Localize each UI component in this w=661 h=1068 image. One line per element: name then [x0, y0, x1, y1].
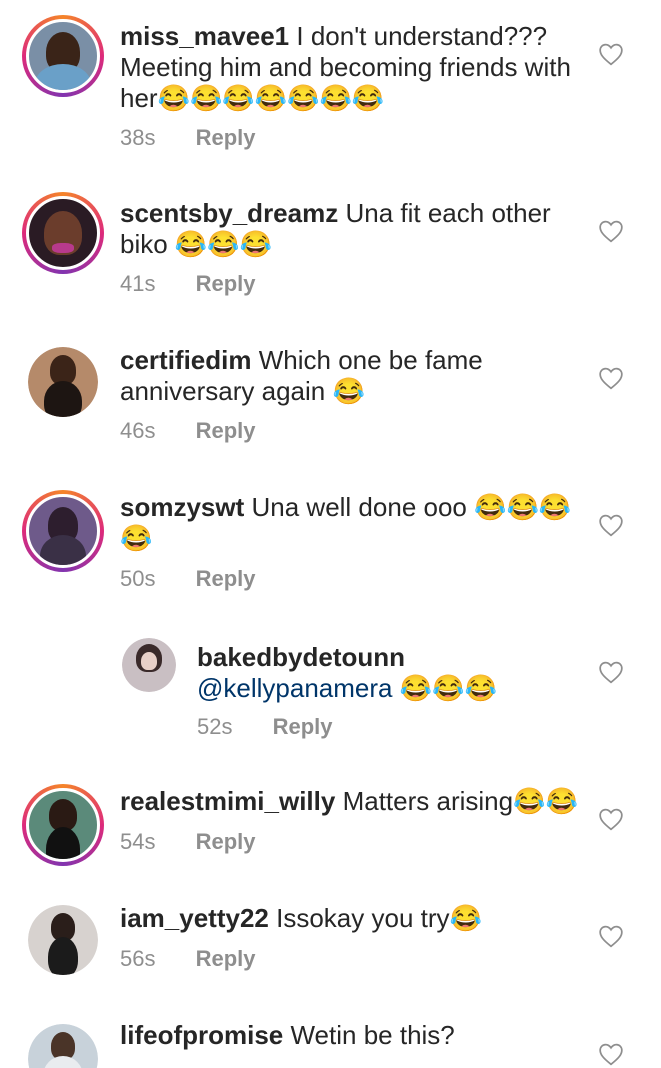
reply-button[interactable]: Reply: [196, 829, 256, 854]
comment-username[interactable]: certifiedim: [120, 345, 252, 375]
heart-outline-icon[interactable]: [598, 513, 624, 537]
comment-text: biko 😂😂😂: [120, 229, 273, 259]
comment-timestamp: 54s: [120, 829, 156, 854]
comment-text: 😂: [120, 523, 153, 553]
comment-text: 😂😂😂: [392, 673, 497, 703]
comment-text: Wetin be this?: [290, 1020, 455, 1050]
comment-text: Meeting him and becoming friends with: [120, 52, 571, 82]
comment-text: her😂😂😂😂😂😂😂: [120, 83, 385, 113]
heart-outline-icon[interactable]: [598, 366, 624, 390]
avatar[interactable]: [22, 192, 104, 274]
comment-text: Una well done ooo 😂😂😂: [251, 492, 572, 522]
avatar[interactable]: [22, 784, 104, 866]
comment-item: lifeofpromise Wetin be this?: [0, 1010, 661, 1068]
comment-username[interactable]: iam_yetty22: [120, 903, 269, 933]
comment-timestamp: 38s: [120, 125, 156, 150]
comment-username[interactable]: scentsby_dreamz: [120, 198, 338, 228]
comment-username[interactable]: somzyswt: [120, 492, 244, 522]
comment-item: realestmimi_willy Matters arising😂😂 54s …: [0, 770, 661, 890]
comment-timestamp: 46s: [120, 418, 156, 443]
heart-outline-icon[interactable]: [598, 924, 624, 948]
comment-item: certifiedim Which one be fame anniversar…: [0, 320, 661, 470]
avatar[interactable]: [122, 638, 176, 692]
heart-outline-icon[interactable]: [598, 807, 624, 831]
comment-item: somzyswt Una well done ooo 😂😂😂 😂 50s Rep…: [0, 470, 661, 620]
comment-timestamp: 56s: [120, 946, 156, 971]
comment-text: I don't understand???: [296, 21, 548, 51]
heart-outline-icon[interactable]: [598, 660, 624, 684]
reply-button[interactable]: Reply: [196, 271, 256, 296]
avatar[interactable]: [28, 347, 98, 417]
comment-item: iam_yetty22 Issokay you try😂 56s Reply: [0, 890, 661, 1010]
comment-timestamp: 52s: [197, 714, 233, 739]
avatar[interactable]: [22, 490, 104, 572]
comment-item: miss_mavee1 I don't understand??? Meetin…: [0, 0, 661, 170]
comment-item: scentsby_dreamz Una fit each other biko …: [0, 170, 661, 320]
avatar[interactable]: [28, 905, 98, 975]
reply-button[interactable]: Reply: [273, 714, 333, 739]
comment-username[interactable]: bakedbydetounn: [197, 642, 405, 672]
reply-button[interactable]: Reply: [196, 125, 256, 150]
reply-item: bakedbydetounn @kellypanamera 😂😂😂 52s Re…: [0, 620, 661, 770]
reply-button[interactable]: Reply: [196, 418, 256, 443]
comment-username[interactable]: lifeofpromise: [120, 1020, 283, 1050]
reply-button[interactable]: Reply: [196, 566, 256, 591]
comment-text: Issokay you try😂: [276, 903, 482, 933]
heart-outline-icon[interactable]: [598, 42, 624, 66]
comment-text: anniversary again 😂: [120, 376, 365, 406]
comment-text: Matters arising😂😂: [342, 786, 578, 816]
reply-button[interactable]: Reply: [196, 946, 256, 971]
mention-link[interactable]: @kellypanamera: [197, 673, 392, 703]
comment-timestamp: 50s: [120, 566, 156, 591]
comment-username[interactable]: miss_mavee1: [120, 21, 289, 51]
avatar[interactable]: [28, 1024, 98, 1068]
heart-outline-icon[interactable]: [598, 1042, 624, 1066]
heart-outline-icon[interactable]: [598, 219, 624, 243]
comment-username[interactable]: realestmimi_willy: [120, 786, 335, 816]
comment-text: Una fit each other: [345, 198, 551, 228]
avatar[interactable]: [22, 15, 104, 97]
comment-text: Which one be fame: [258, 345, 483, 375]
comment-timestamp: 41s: [120, 271, 156, 296]
